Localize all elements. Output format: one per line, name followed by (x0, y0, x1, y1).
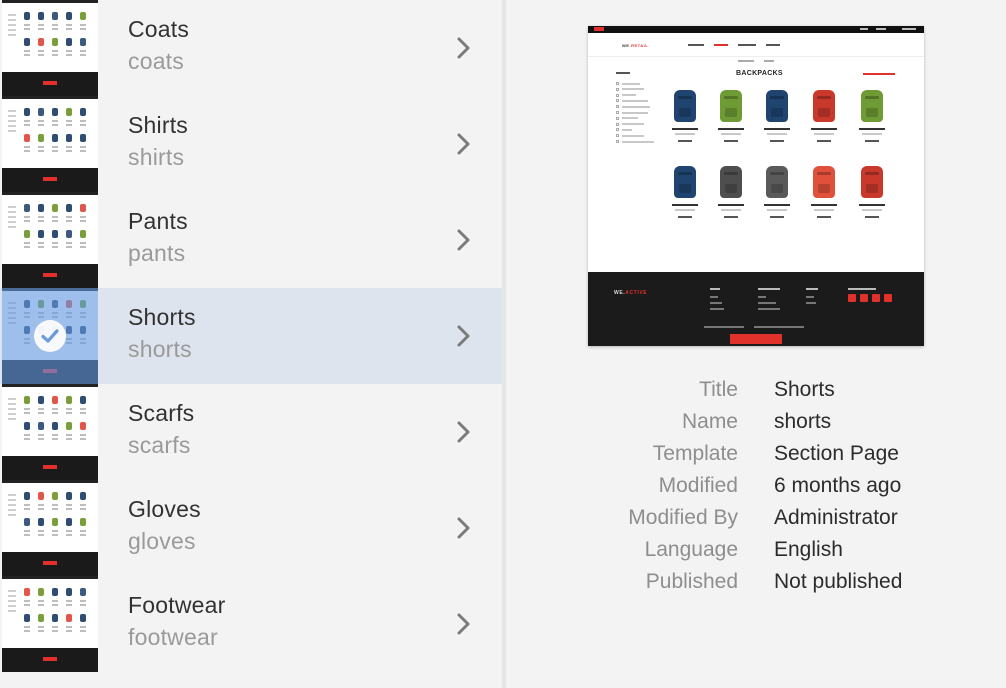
item-name: shorts (128, 336, 192, 362)
preview-product-image (813, 90, 835, 122)
metadata-row: Modified By Administrator (506, 506, 1006, 538)
metadata-row: Modified 6 months ago (506, 474, 1006, 506)
metadata-value: 6 months ago (774, 474, 902, 497)
preview-footer-logo: WE.ACTIVE (614, 290, 648, 296)
checkmark-icon[interactable] (34, 320, 66, 352)
preview-filter-checkbox (616, 122, 619, 126)
metadata-label: Modified (658, 474, 738, 497)
preview-filter-checkbox (616, 134, 619, 138)
list-item-pants[interactable]: Pants pants (0, 192, 502, 288)
chevron-right-icon[interactable] (456, 516, 472, 540)
preview-back-to-top (730, 334, 782, 344)
preview-filter-checkbox (616, 93, 619, 97)
page-thumbnail[interactable] (2, 384, 98, 480)
metadata-value: Section Page (774, 442, 899, 465)
item-name: coats (128, 48, 184, 74)
metadata-row: Template Section Page (506, 442, 1006, 474)
item-name: pants (128, 240, 186, 266)
preview-product-image (861, 166, 883, 198)
item-name: gloves (128, 528, 196, 554)
list-item-coats[interactable]: Coats coats (0, 0, 502, 96)
preview-product-image (720, 166, 742, 198)
metadata-label: Published (645, 570, 738, 593)
asset-browser: Coats coats Shirts shirts Pants pants Shorts sh… (0, 0, 1006, 688)
preview-panel: WE.RETAIL BACKPACKS WE.ACTIVE Title Shor… (506, 0, 1006, 688)
metadata-value: English (774, 538, 843, 561)
page-preview-thumbnail: WE.RETAIL BACKPACKS WE.ACTIVE (588, 26, 924, 346)
metadata-value: Administrator (774, 506, 898, 529)
preview-product-image (861, 90, 883, 122)
item-title: Coats (128, 16, 190, 42)
metadata-value: shorts (774, 410, 832, 433)
item-title: Shirts (128, 112, 188, 138)
chevron-right-icon[interactable] (456, 324, 472, 348)
preview-product-image (674, 90, 696, 122)
item-title: Footwear (128, 592, 226, 618)
preview-footer: WE.ACTIVE (588, 272, 924, 346)
item-name: footwear (128, 624, 218, 650)
metadata-label: Language (644, 538, 738, 561)
item-title: Shorts (128, 304, 196, 330)
page-thumbnail[interactable] (2, 288, 98, 384)
item-name: shirts (128, 144, 185, 170)
page-list-column: Coats coats Shirts shirts Pants pants Shorts sh… (0, 0, 502, 688)
item-title: Pants (128, 208, 188, 234)
preview-heading: BACKPACKS (736, 70, 783, 77)
metadata-row: Title Shorts (506, 378, 1006, 410)
preview-filter-checkbox (616, 87, 619, 91)
metadata-row: Name shorts (506, 410, 1006, 442)
preview-filter-checkbox (616, 105, 619, 109)
metadata-label: Title (699, 378, 738, 401)
page-thumbnail[interactable] (2, 192, 98, 288)
chevron-right-icon[interactable] (456, 612, 472, 636)
preview-product-image (720, 90, 742, 122)
chevron-right-icon[interactable] (456, 228, 472, 252)
list-item-shorts[interactable]: Shorts shorts (0, 288, 502, 384)
metadata-value: Not published (774, 570, 903, 593)
preview-product-image (766, 90, 788, 122)
preview-filter-checkbox (616, 128, 619, 132)
preview-filter-checkbox (616, 99, 619, 103)
preview-filter-checkbox (616, 111, 619, 114)
metadata-row: Published Not published (506, 570, 1006, 602)
page-thumbnail[interactable] (2, 576, 98, 672)
list-item-footwear[interactable]: Footwear footwear (0, 576, 502, 672)
preview-product-image (766, 166, 788, 198)
item-title: Scarfs (128, 400, 195, 426)
preview-logo: WE.RETAIL (622, 43, 649, 48)
metadata-label: Modified By (628, 506, 738, 529)
preview-filter-checkbox (616, 116, 619, 120)
metadata-value: Shorts (774, 378, 835, 401)
preview-product-image (813, 166, 835, 198)
preview-filter-checkbox (616, 82, 619, 85)
list-item-shirts[interactable]: Shirts shirts (0, 96, 502, 192)
page-thumbnail[interactable] (2, 0, 98, 96)
page-thumbnail[interactable] (2, 96, 98, 192)
item-title: Gloves (128, 496, 201, 522)
metadata-label: Template (652, 442, 738, 465)
preview-header: WE.RETAIL (588, 33, 924, 57)
preview-product-image (674, 166, 696, 198)
list-item-gloves[interactable]: Gloves gloves (0, 480, 502, 576)
metadata-label: Name (681, 410, 738, 433)
metadata-row: Language English (506, 538, 1006, 570)
preview-top-bar (588, 26, 924, 33)
chevron-right-icon[interactable] (456, 420, 472, 444)
page-thumbnail[interactable] (2, 480, 98, 576)
list-item-scarfs[interactable]: Scarfs scarfs (0, 384, 502, 480)
chevron-right-icon[interactable] (456, 132, 472, 156)
preview-filter-checkbox (616, 140, 619, 143)
item-name: scarfs (128, 432, 191, 458)
chevron-right-icon[interactable] (456, 36, 472, 60)
